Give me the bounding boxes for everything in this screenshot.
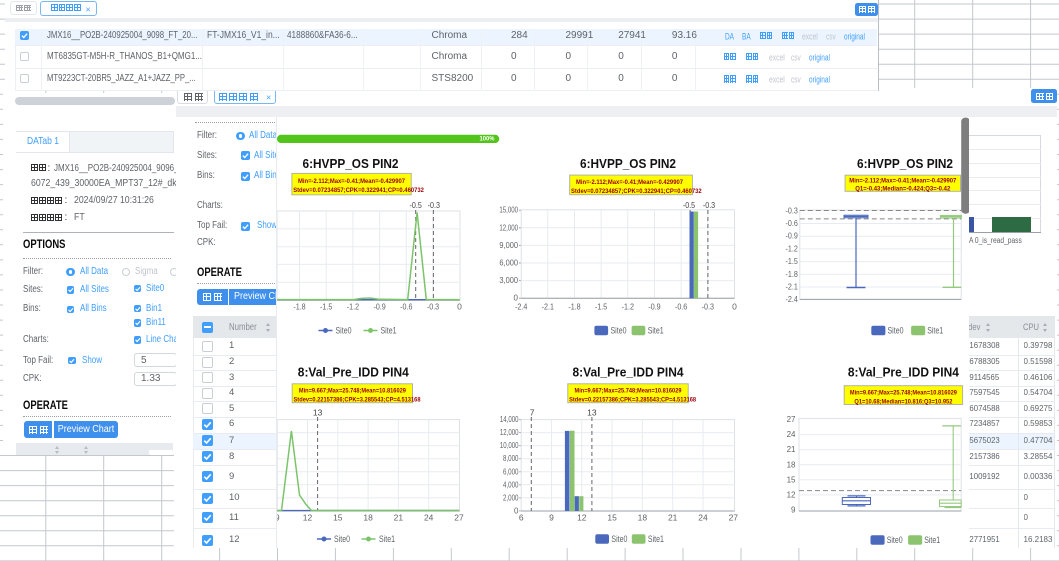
svg-text:Stdev=0.07234857;CPK=0.322941;: Stdev=0.07234857;CPK=0.322941;CP=0.46073… <box>293 187 424 194</box>
svg-text:-1.2: -1.2 <box>346 302 359 312</box>
svg-text:7: 7 <box>529 407 534 417</box>
svg-text:Site0: Site0 <box>610 326 626 336</box>
svg-text:12: 12 <box>302 513 312 523</box>
svg-text:24: 24 <box>698 513 708 523</box>
svg-text:15: 15 <box>786 475 795 484</box>
svg-text:Site0: Site0 <box>335 326 351 336</box>
svg-text:9: 9 <box>277 513 280 523</box>
svg-text:Min=9.667;Max=25.748;Mean=10.8: Min=9.667;Max=25.748;Mean=10.816029 <box>298 388 405 395</box>
svg-text:18: 18 <box>363 513 373 523</box>
svg-text:-0.3: -0.3 <box>426 302 439 312</box>
svg-text:Min=-2.112;Max=-0.41;Mean=-0.4: Min=-2.112;Max=-0.41;Mean=-0.429907 <box>298 178 405 185</box>
svg-text:-1.8: -1.8 <box>568 302 581 312</box>
svg-text:-1.5: -1.5 <box>594 302 607 312</box>
svg-text:-0.9: -0.9 <box>648 302 661 312</box>
svg-text:8:Val_Pre_IDD PIN4: 8:Val_Pre_IDD PIN4 <box>297 365 409 380</box>
svg-text:-1.2: -1.2 <box>621 302 634 312</box>
svg-text:6:HVPP_OS PIN2: 6:HVPP_OS PIN2 <box>302 156 398 171</box>
svg-text:Site1: Site1 <box>924 535 940 545</box>
svg-text:21: 21 <box>667 513 677 523</box>
svg-text:-0.3: -0.3 <box>427 200 440 210</box>
svg-text:-0.6: -0.6 <box>674 302 687 312</box>
svg-text:24: 24 <box>786 430 795 439</box>
svg-text:-2.1: -2.1 <box>785 283 798 292</box>
svg-text:Site1: Site1 <box>647 326 663 336</box>
svg-text:-2.1: -2.1 <box>541 302 554 312</box>
svg-text:Site0: Site0 <box>334 534 350 544</box>
svg-text:Site1: Site1 <box>380 326 396 336</box>
svg-text:27: 27 <box>454 513 464 523</box>
svg-text:8:Val_Pre_IDD PIN4: 8:Val_Pre_IDD PIN4 <box>847 365 959 380</box>
svg-text:12: 12 <box>786 490 795 499</box>
svg-text:Site1: Site1 <box>927 326 943 336</box>
svg-text:-2.4: -2.4 <box>515 302 528 312</box>
svg-text:18: 18 <box>637 513 647 523</box>
svg-text:Site0: Site0 <box>886 535 902 545</box>
svg-text:21: 21 <box>786 445 795 454</box>
svg-text:-2.4: -2.4 <box>785 295 798 304</box>
svg-text:Min=-2.112;Max=-0.41;Mean=-0.4: Min=-2.112;Max=-0.41;Mean=-0.429907 <box>849 178 956 185</box>
svg-text:13: 13 <box>312 407 322 417</box>
svg-text:27: 27 <box>786 415 795 424</box>
svg-text:-0.6: -0.6 <box>400 302 413 312</box>
svg-text:18: 18 <box>786 460 795 469</box>
svg-text:14,000: 14,000 <box>499 415 518 424</box>
svg-text:Min=-2.112;Max=-0.41;Mean=-0.4: Min=-2.112;Max=-0.41;Mean=-0.429907 <box>576 179 683 186</box>
svg-text:Q1=10.68;Median=10.816;Q3=10.9: Q1=10.68;Median=10.816;Q3=10.952 <box>854 399 952 406</box>
svg-text:6,000: 6,000 <box>499 259 518 268</box>
svg-text:12,000: 12,000 <box>499 428 518 437</box>
svg-text:6:HVPP_OS PIN2: 6:HVPP_OS PIN2 <box>580 156 676 171</box>
svg-text:Site0: Site0 <box>611 534 627 544</box>
svg-text:-1.8: -1.8 <box>293 302 306 312</box>
svg-text:6,000: 6,000 <box>503 467 519 476</box>
svg-text:4,000: 4,000 <box>503 480 519 489</box>
svg-text:-1.2: -1.2 <box>785 244 798 253</box>
svg-text:-0.9: -0.9 <box>373 302 386 312</box>
svg-text:-0.5: -0.5 <box>682 200 695 210</box>
svg-text:Min=9.667;Max=25.748;Mean=10.8: Min=9.667;Max=25.748;Mean=10.816029 <box>849 390 956 397</box>
svg-text:6:HVPP_OS PIN2: 6:HVPP_OS PIN2 <box>857 156 953 171</box>
svg-text:Site1: Site1 <box>647 534 663 544</box>
svg-text:0: 0 <box>732 302 737 312</box>
svg-text:15: 15 <box>333 513 343 523</box>
svg-text:Stdev=0.07234857;CPK=0.322941;: Stdev=0.07234857;CPK=0.322941;CP=0.46073… <box>571 188 702 195</box>
svg-text:9: 9 <box>791 505 796 514</box>
svg-text:Min=9.667;Max=25.748;Mean=10.8: Min=9.667;Max=25.748;Mean=10.816029 <box>574 388 681 395</box>
svg-text:3,000: 3,000 <box>499 276 518 285</box>
svg-text:8,000: 8,000 <box>503 454 519 463</box>
svg-text:-0.3: -0.3 <box>702 200 715 210</box>
svg-text:Site1: Site1 <box>379 534 395 544</box>
svg-text:8:Val_Pre_IDD PIN4: 8:Val_Pre_IDD PIN4 <box>572 365 684 380</box>
svg-text:21: 21 <box>393 513 403 523</box>
svg-text:12: 12 <box>577 513 587 523</box>
svg-text:-1.8: -1.8 <box>785 270 798 279</box>
svg-text:100%: 100% <box>479 136 494 143</box>
svg-text:9,000: 9,000 <box>499 241 518 250</box>
svg-text:12,000: 12,000 <box>499 223 518 232</box>
svg-text:-0.6: -0.6 <box>785 219 798 228</box>
svg-text:-0.5: -0.5 <box>409 200 422 210</box>
svg-text:6: 6 <box>518 513 523 523</box>
svg-text:-0.3: -0.3 <box>785 206 798 215</box>
svg-text:-0.9: -0.9 <box>785 232 798 241</box>
svg-text:-1.5: -1.5 <box>785 257 798 266</box>
svg-text:15: 15 <box>607 513 617 523</box>
svg-text:Stdev=0.22157386;CPK=3.285543;: Stdev=0.22157386;CPK=3.285543;CP=4.51316… <box>293 397 420 404</box>
svg-text:Site0: Site0 <box>887 326 903 336</box>
svg-text:2,000: 2,000 <box>503 493 519 502</box>
svg-text:Q1=-0.43;Median=-0.424;Q3=-0.4: Q1=-0.43;Median=-0.424;Q3=-0.42 <box>855 186 950 193</box>
svg-text:10,000: 10,000 <box>499 441 518 450</box>
svg-text:13: 13 <box>587 407 597 417</box>
svg-text:0: 0 <box>457 302 462 312</box>
svg-text:24: 24 <box>423 513 433 523</box>
svg-text:27: 27 <box>728 513 738 523</box>
svg-text:-1.5: -1.5 <box>320 302 333 312</box>
svg-text:15,000: 15,000 <box>499 206 518 215</box>
svg-text:Stdev=0.22157386;CPK=3.285543;: Stdev=0.22157386;CPK=3.285543;CP=4.51316… <box>569 397 696 404</box>
svg-text:-0.3: -0.3 <box>701 302 714 312</box>
svg-text:9: 9 <box>549 513 554 523</box>
